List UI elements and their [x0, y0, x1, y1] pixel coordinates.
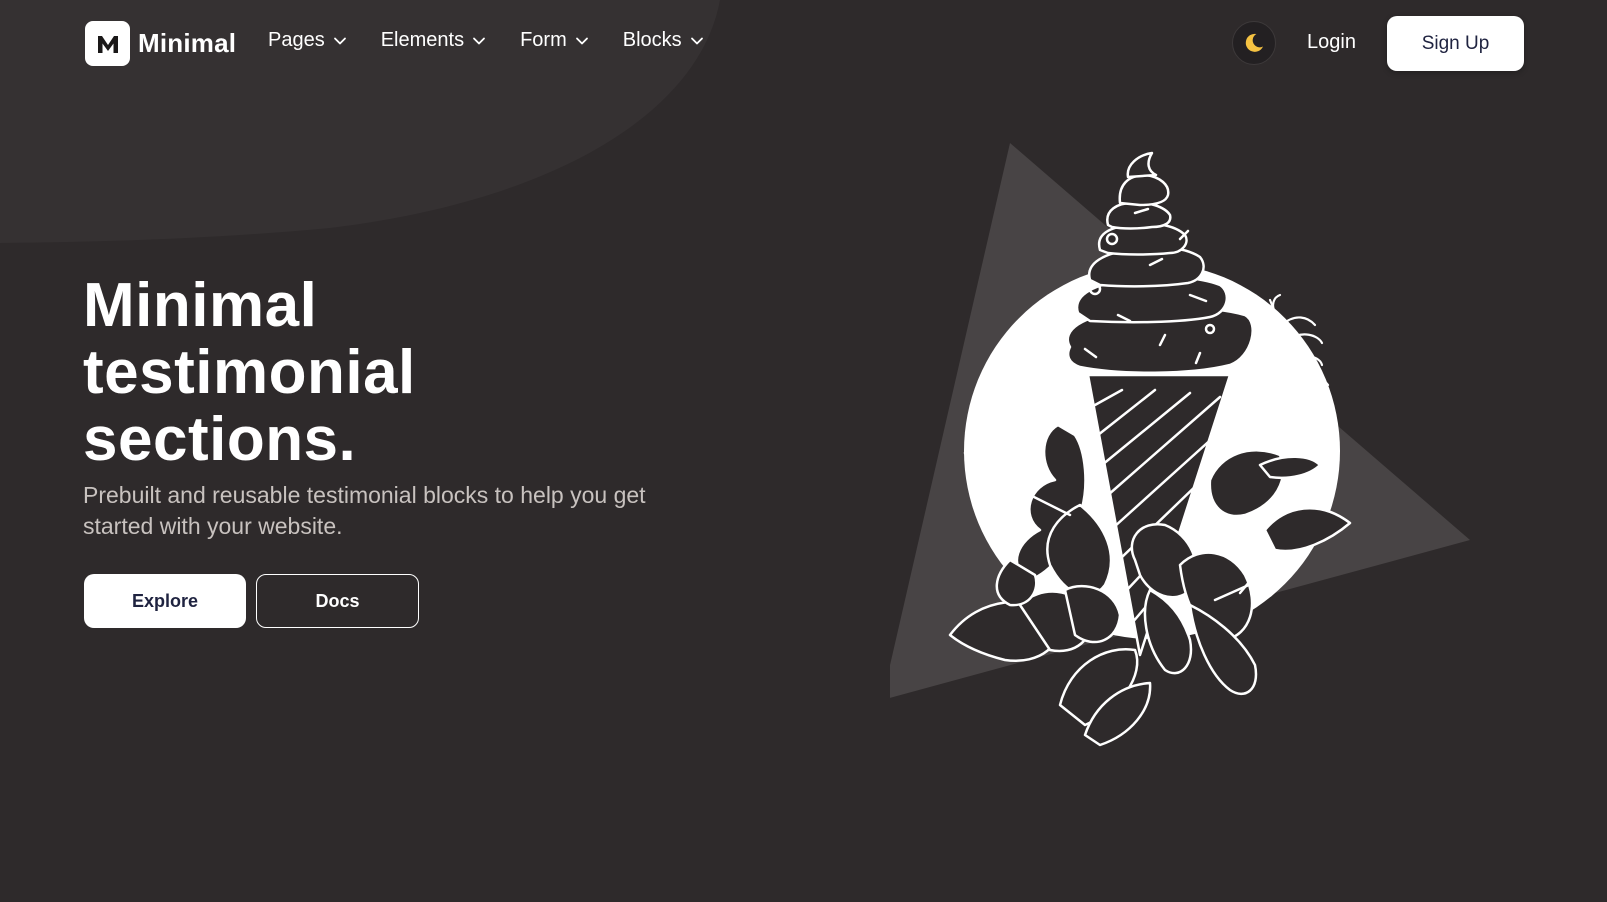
moon-icon [1245, 33, 1263, 52]
chevron-down-icon [575, 37, 588, 44]
main-nav: Pages Elements Form Blocks [268, 29, 738, 52]
hero-title-line: Minimal [83, 271, 318, 340]
nav-item-label: Form [520, 29, 567, 51]
logo[interactable]: Minimal [85, 21, 236, 66]
nav-item-label: Elements [380, 29, 465, 51]
ice-cream-illustration [890, 143, 1470, 747]
hero-title: Minimal testimonial sections. [83, 272, 683, 473]
explore-button[interactable]: Explore [84, 574, 246, 628]
hero-subtitle: Prebuilt and reusable testimonial blocks… [83, 482, 646, 539]
logo-text: Minimal [138, 28, 237, 58]
hero-title-line: sections. [83, 405, 357, 474]
login-link[interactable]: Login [1307, 31, 1356, 54]
logo-m-icon [97, 35, 118, 53]
hero-title-line: testimonial [83, 338, 416, 407]
docs-button[interactable]: Docs [256, 574, 419, 628]
signup-button[interactable]: Sign Up [1387, 16, 1524, 71]
nav-item-form[interactable]: Form [520, 29, 589, 52]
site-header: Minimal Pages Elements Form Blocks Login… [0, 0, 1607, 88]
chevron-down-icon [333, 37, 346, 44]
nav-item-elements[interactable]: Elements [381, 29, 486, 52]
theme-toggle-button[interactable] [1232, 21, 1276, 65]
page: Minimal Pages Elements Form Blocks Login… [0, 0, 1607, 902]
chevron-down-icon [473, 37, 485, 44]
nav-item-label: Pages [268, 29, 325, 51]
chevron-down-icon [690, 37, 703, 44]
nav-item-blocks[interactable]: Blocks [623, 29, 704, 52]
nav-item-label: Blocks [622, 29, 682, 51]
nav-item-pages[interactable]: Pages [268, 29, 347, 52]
logo-mark [85, 21, 130, 66]
